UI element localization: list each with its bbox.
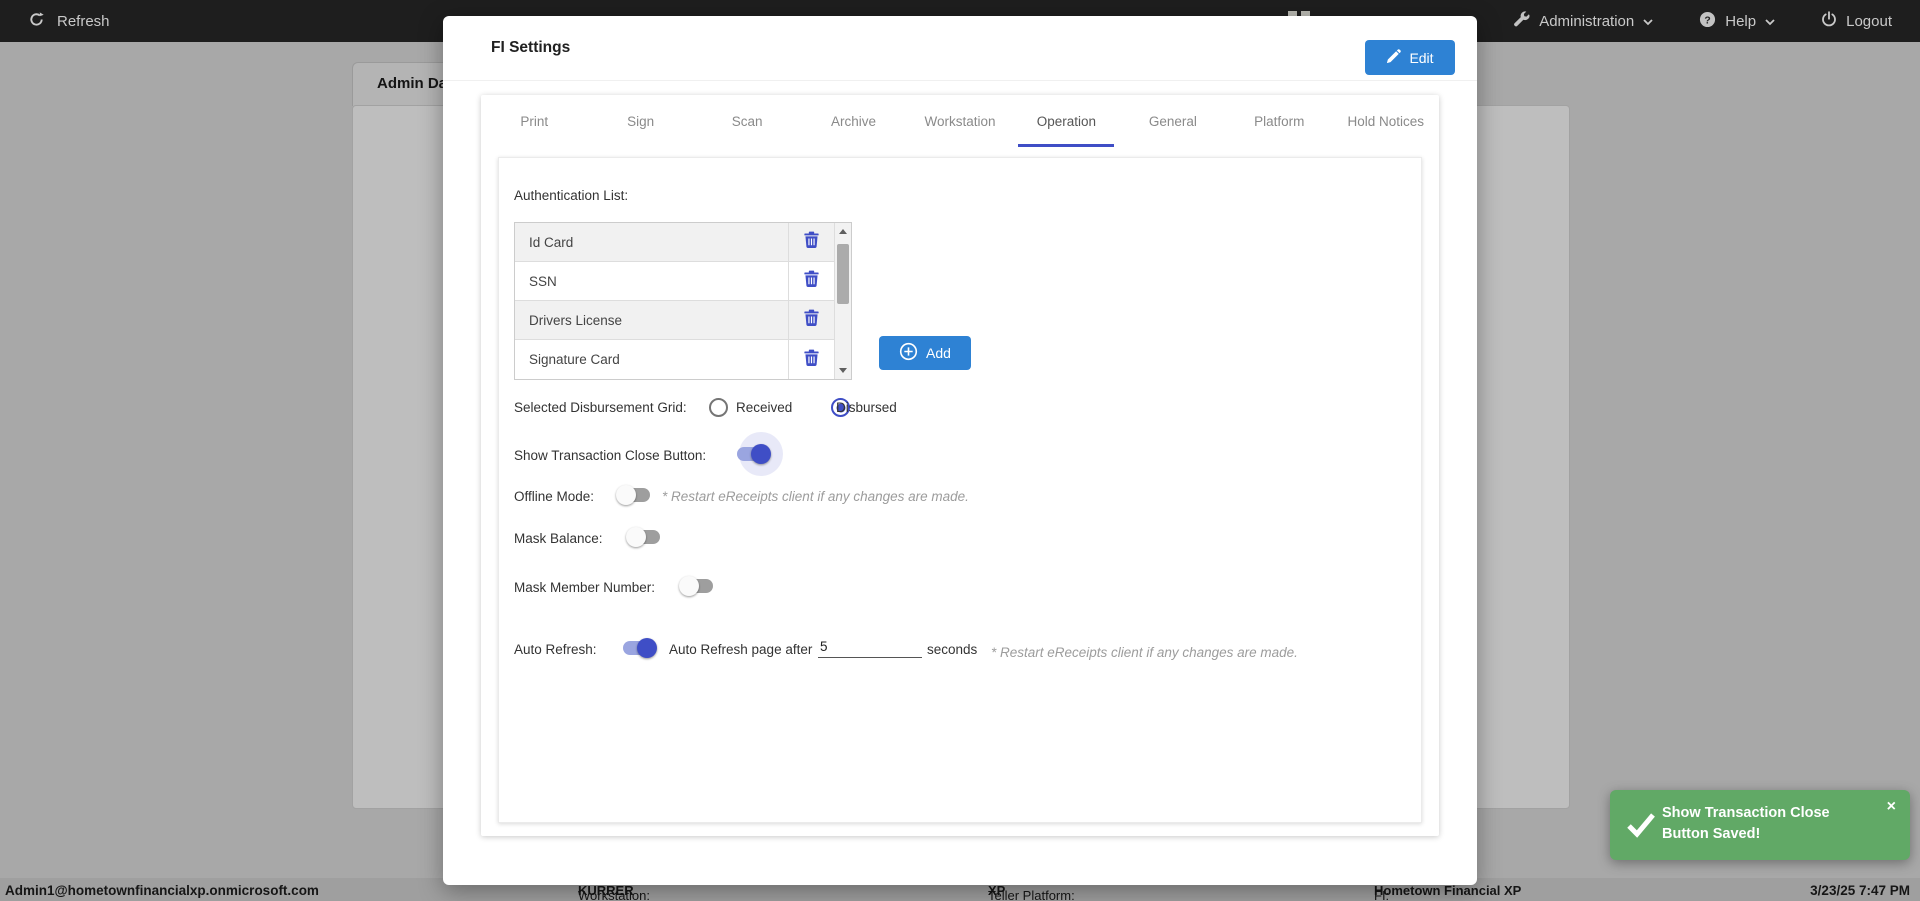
mask-balance-row: Mask Balance: bbox=[499, 523, 1421, 555]
auth-item-label: Drivers License bbox=[515, 313, 788, 328]
logout-label: Logout bbox=[1846, 13, 1892, 30]
disbursement-grid-label: Selected Disbursement Grid: bbox=[514, 400, 687, 415]
operation-tab-content: Authentication List: Id Card SSN bbox=[498, 157, 1422, 823]
tab-platform[interactable]: Platform bbox=[1226, 95, 1332, 147]
mask-member-number-label: Mask Member Number: bbox=[514, 580, 655, 595]
checkmark-icon bbox=[1626, 812, 1656, 843]
auto-refresh-after-text: seconds bbox=[927, 642, 977, 657]
chevron-down-icon bbox=[1765, 13, 1775, 30]
radio-received[interactable] bbox=[709, 398, 728, 417]
tab-operation[interactable]: Operation bbox=[1013, 95, 1119, 147]
tab-archive[interactable]: Archive bbox=[800, 95, 906, 147]
teller-platform-status: Teller Platform: XP bbox=[988, 883, 1005, 898]
auth-item-label: SSN bbox=[515, 274, 788, 289]
show-transaction-close-label: Show Transaction Close Button: bbox=[514, 448, 706, 463]
offline-mode-row: Offline Mode: * Restart eReceipts client… bbox=[499, 481, 1421, 513]
question-circle-icon: ? bbox=[1699, 11, 1716, 32]
administration-label: Administration bbox=[1539, 13, 1634, 30]
add-button[interactable]: Add bbox=[879, 336, 971, 370]
edit-label: Edit bbox=[1409, 50, 1433, 66]
tab-hold-notices[interactable]: Hold Notices bbox=[1333, 95, 1439, 147]
success-toast: Show Transaction Close Button Saved! × bbox=[1610, 790, 1910, 860]
refresh-button[interactable]: Refresh bbox=[28, 0, 110, 42]
datetime: 3/23/25 7:47 PM bbox=[1810, 883, 1910, 898]
mask-member-number-toggle[interactable] bbox=[679, 576, 715, 596]
delete-auth-item-button[interactable] bbox=[788, 262, 834, 300]
authentication-list: Id Card SSN Drivers Licens bbox=[514, 222, 852, 380]
settings-tabs: Print Sign Scan Archive Workstation Oper… bbox=[481, 95, 1439, 147]
tab-scan[interactable]: Scan bbox=[694, 95, 800, 147]
help-label: Help bbox=[1725, 13, 1756, 30]
auto-refresh-note: * Restart eReceipts client if any change… bbox=[991, 645, 1298, 660]
trash-icon bbox=[804, 309, 819, 331]
show-transaction-close-toggle[interactable] bbox=[735, 444, 771, 464]
refresh-label: Refresh bbox=[57, 13, 110, 30]
dialog-title: FI Settings bbox=[491, 16, 570, 80]
workstation-status: Workstation: KURRER bbox=[578, 883, 634, 898]
auth-item-label: Id Card bbox=[515, 235, 788, 250]
offline-mode-note: * Restart eReceipts client if any change… bbox=[662, 489, 969, 504]
delete-auth-item-button[interactable] bbox=[788, 223, 834, 261]
plus-circle-icon bbox=[899, 342, 918, 364]
offline-mode-label: Offline Mode: bbox=[514, 489, 594, 504]
radio-disbursed-label[interactable]: Disbursed bbox=[836, 400, 897, 415]
pencil-icon bbox=[1386, 49, 1401, 67]
tab-sign[interactable]: Sign bbox=[587, 95, 693, 147]
auto-refresh-label: Auto Refresh: bbox=[514, 642, 597, 657]
auto-refresh-seconds-input[interactable] bbox=[818, 639, 922, 658]
trash-icon bbox=[804, 270, 819, 292]
wrench-icon bbox=[1514, 11, 1530, 31]
mask-balance-label: Mask Balance: bbox=[514, 531, 603, 546]
trash-icon bbox=[804, 349, 819, 371]
add-label: Add bbox=[926, 345, 951, 361]
tab-print[interactable]: Print bbox=[481, 95, 587, 147]
administration-menu[interactable]: Administration bbox=[1514, 11, 1653, 31]
logged-in-user: Admin1@hometownfinancialxp.onmicrosoft.c… bbox=[5, 883, 319, 898]
auth-list-row: Signature Card bbox=[515, 340, 834, 379]
toast-close-button[interactable]: × bbox=[1887, 798, 1896, 816]
auto-refresh-row: Auto Refresh: Auto Refresh page after se… bbox=[499, 633, 1421, 667]
chevron-down-icon bbox=[1643, 13, 1653, 30]
svg-text:?: ? bbox=[1705, 15, 1711, 26]
show-transaction-close-row: Show Transaction Close Button: bbox=[499, 440, 1421, 472]
settings-card: Print Sign Scan Archive Workstation Oper… bbox=[481, 95, 1439, 836]
mask-member-number-row: Mask Member Number: bbox=[499, 572, 1421, 604]
offline-mode-toggle[interactable] bbox=[616, 485, 652, 505]
auth-item-label: Signature Card bbox=[515, 352, 788, 367]
tab-workstation[interactable]: Workstation bbox=[907, 95, 1013, 147]
edit-button[interactable]: Edit bbox=[1365, 40, 1455, 75]
trash-icon bbox=[804, 231, 819, 253]
auth-list-scrollbar[interactable] bbox=[834, 223, 851, 379]
auto-refresh-toggle[interactable] bbox=[621, 638, 657, 658]
scrollbar-thumb[interactable] bbox=[837, 244, 849, 304]
refresh-icon bbox=[28, 11, 45, 32]
help-menu[interactable]: ? Help bbox=[1699, 11, 1775, 32]
auth-list-row: Drivers License bbox=[515, 301, 834, 340]
tab-general[interactable]: General bbox=[1120, 95, 1226, 147]
delete-auth-item-button[interactable] bbox=[788, 301, 834, 339]
authentication-list-label: Authentication List: bbox=[514, 188, 628, 203]
fi-settings-dialog: FI Settings Edit Print Sign Scan Archive… bbox=[443, 16, 1477, 885]
disbursement-grid-row: Selected Disbursement Grid: Received Dis… bbox=[499, 394, 1421, 422]
auto-refresh-before-text: Auto Refresh page after bbox=[669, 642, 812, 657]
power-icon bbox=[1821, 11, 1837, 31]
auth-list-row: SSN bbox=[515, 262, 834, 301]
delete-auth-item-button[interactable] bbox=[788, 340, 834, 379]
scroll-up-button[interactable] bbox=[835, 223, 851, 240]
fi-status: FI: Hometown Financial XP bbox=[1374, 883, 1521, 898]
screen: Admin Da Refresh Administration ? bbox=[0, 0, 1920, 901]
scroll-down-button[interactable] bbox=[835, 362, 851, 379]
toast-message: Show Transaction Close Button Saved! bbox=[1662, 803, 1857, 845]
radio-received-label[interactable]: Received bbox=[736, 400, 792, 415]
logout-button[interactable]: Logout bbox=[1821, 11, 1892, 31]
header-divider bbox=[443, 80, 1477, 81]
mask-balance-toggle[interactable] bbox=[626, 527, 662, 547]
auth-list-row: Id Card bbox=[515, 223, 834, 262]
